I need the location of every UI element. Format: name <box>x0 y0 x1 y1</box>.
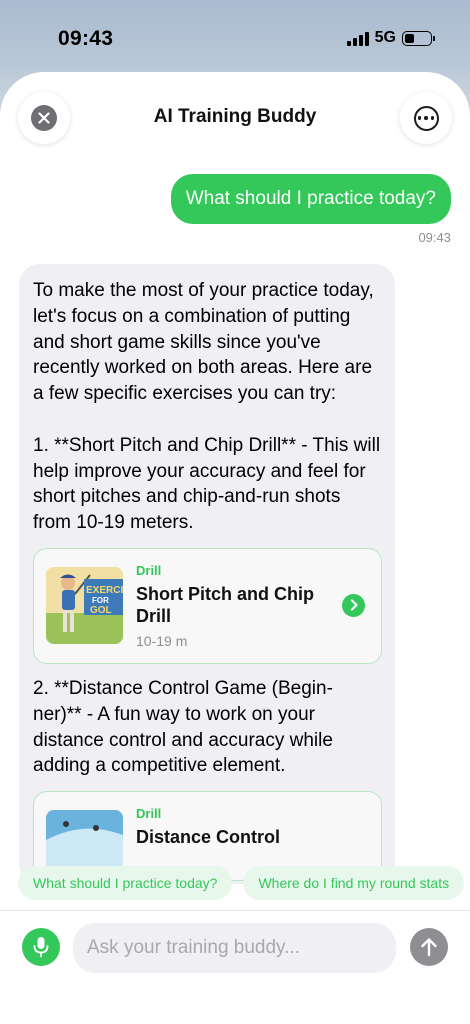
send-button[interactable] <box>410 928 448 966</box>
network-label: 5G <box>374 29 396 46</box>
drill-card-short-pitch[interactable]: EXERCI FOR GOL Drill Short Pitch and Chi… <box>33 547 382 664</box>
thumb-text-exercise: EXERCI <box>86 585 123 596</box>
assistant-message-text: To make the most of your practice today,… <box>33 280 381 534</box>
drill-title-2: Distance Control <box>136 827 281 848</box>
suggestion-chip[interactable]: Where do I find my round stats <box>243 866 465 900</box>
chat-sheet: AI Training Buddy What should I practice… <box>0 72 470 1024</box>
status-indicators: 5G <box>346 29 435 47</box>
drill-title: Short Pitch and Chip Drill <box>136 583 314 626</box>
thumb-text-golf: GOL <box>90 605 112 616</box>
status-bar: 09:43 5G <box>0 0 470 76</box>
user-message-bubble: What should I practice today? <box>170 174 451 224</box>
status-time: 09:43 <box>58 27 114 50</box>
drill-tag-2: Drill <box>136 806 162 822</box>
battery-icon <box>402 30 435 46</box>
message-timestamp: 09:43 <box>418 230 451 245</box>
more-options-button[interactable] <box>400 92 452 144</box>
drill-tag: Drill <box>136 562 162 578</box>
assistant-message-text-2: 2. **Distance Control Game (Begin-ner)**… <box>33 677 339 777</box>
suggestion-chips: What should I practice today? Where do I… <box>18 866 465 900</box>
message-input[interactable] <box>73 923 396 973</box>
assistant-message-bubble: To make the most of your practice today,… <box>19 264 395 884</box>
sheet-header: AI Training Buddy <box>0 72 470 162</box>
divider <box>0 910 470 911</box>
drill-distance: 10-19 m <box>136 632 188 649</box>
signal-icon <box>346 30 369 46</box>
mic-button[interactable] <box>22 928 60 966</box>
send-arrow-icon <box>421 938 437 957</box>
mic-icon <box>33 937 49 958</box>
drill-thumbnail: EXERCI FOR GOL <box>46 566 123 644</box>
chevron-right-icon <box>342 593 365 617</box>
suggestion-chip[interactable]: What should I practice today? <box>18 866 233 900</box>
thumb-text-for: FOR <box>92 596 109 605</box>
more-icon <box>413 105 439 131</box>
